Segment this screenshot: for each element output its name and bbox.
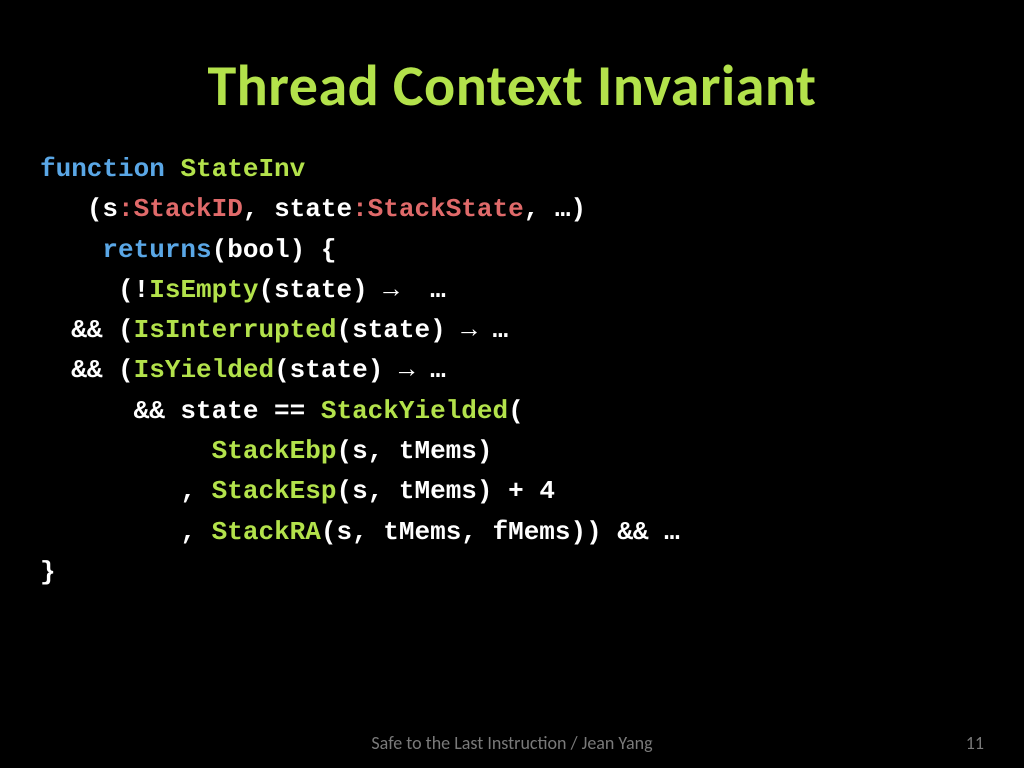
slide: Thread Context Invariant function StateI… [0, 0, 1024, 768]
ty-stackstate: :StackState [352, 194, 524, 224]
fn-isempty: IsEmpty [149, 275, 258, 305]
slide-title: Thread Context Invariant [40, 50, 984, 121]
tok-stateeq: && state == [134, 396, 321, 426]
tok-and2: && ( [71, 355, 133, 385]
fn-isinterrupted: IsInterrupted [134, 315, 337, 345]
tok-iytail: (state) → … [274, 355, 446, 385]
page-number: 11 [966, 732, 984, 754]
tok-sratail: (s, tMems, fMems)) && … [321, 517, 680, 547]
fn-stackebp: StackEbp [212, 436, 337, 466]
tok-ptail: , …) [524, 194, 586, 224]
tok-and1: && ( [71, 315, 133, 345]
fn-stackyielded: StackYielded [321, 396, 508, 426]
tok-lparen1: (s [87, 194, 118, 224]
tok-closebrace: } [40, 557, 56, 587]
tok-iitail: (state) → … [336, 315, 508, 345]
tok-bang: (! [118, 275, 149, 305]
tok-c2: , [180, 476, 211, 506]
kw-function: function [40, 154, 165, 184]
fn-stackra: StackRA [212, 517, 321, 547]
tok-sesptail: (s, tMems) + 4 [336, 476, 554, 506]
tok-sytail: ( [508, 396, 524, 426]
tok-sebptail: (s, tMems) [336, 436, 492, 466]
fn-stackesp: StackEsp [212, 476, 337, 506]
footer-text: Safe to the Last Instruction / Jean Yang [0, 732, 1024, 754]
fn-isyielded: IsYielded [134, 355, 274, 385]
kw-returns: returns [102, 235, 211, 265]
ty-stackid: :StackID [118, 194, 243, 224]
footer: Safe to the Last Instruction / Jean Yang… [0, 732, 1024, 754]
tok-rtail: (bool) { [212, 235, 337, 265]
tok-c3: , [180, 517, 211, 547]
code-block: function StateInv (s:StackID, state:Stac… [40, 149, 984, 592]
tok-cs: , state [243, 194, 352, 224]
fn-stateinv: StateInv [180, 154, 305, 184]
tok-ietail: (state) → … [258, 275, 445, 305]
